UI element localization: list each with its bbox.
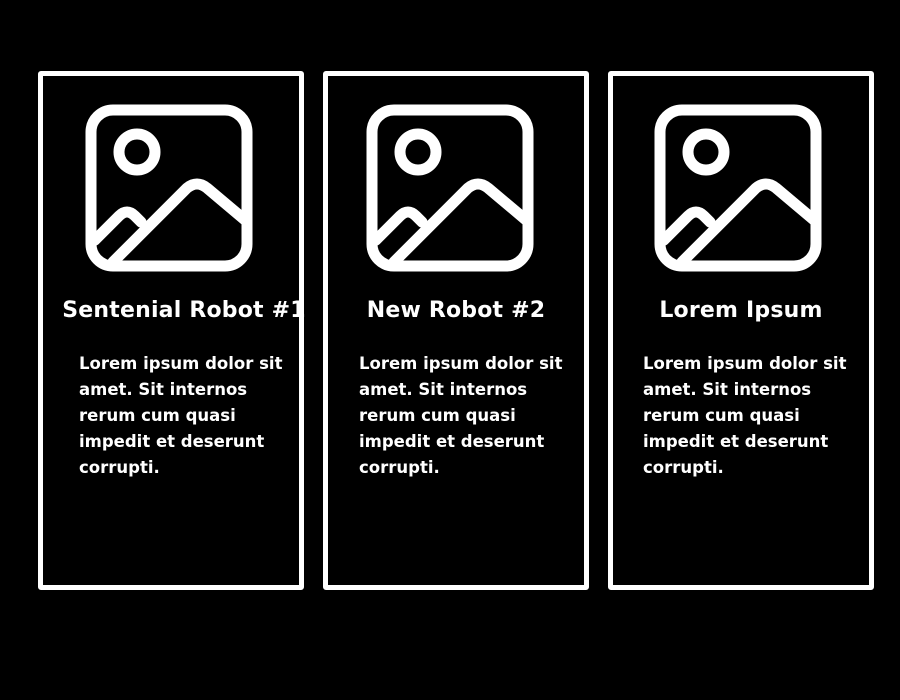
card-title: Sentenial Robot #1 bbox=[62, 298, 306, 323]
robot-card: New Robot #2 Lorem ipsum dolor sit amet.… bbox=[323, 71, 589, 590]
image-placeholder-icon bbox=[85, 104, 253, 272]
image-placeholder-icon bbox=[366, 104, 534, 272]
robot-card: Lorem Ipsum Lorem ipsum dolor sit amet. … bbox=[608, 71, 874, 590]
card-description: Lorem ipsum dolor sit amet. Sit internos… bbox=[79, 354, 283, 477]
card-title: New Robot #2 bbox=[366, 298, 546, 323]
robot-card: Sentenial Robot #1 Lorem ipsum dolor sit… bbox=[38, 71, 306, 590]
card-title: Lorem Ipsum bbox=[659, 298, 823, 323]
card-description: Lorem ipsum dolor sit amet. Sit internos… bbox=[643, 354, 847, 477]
image-placeholder-icon bbox=[654, 104, 822, 272]
card-description: Lorem ipsum dolor sit amet. Sit internos… bbox=[359, 354, 563, 477]
